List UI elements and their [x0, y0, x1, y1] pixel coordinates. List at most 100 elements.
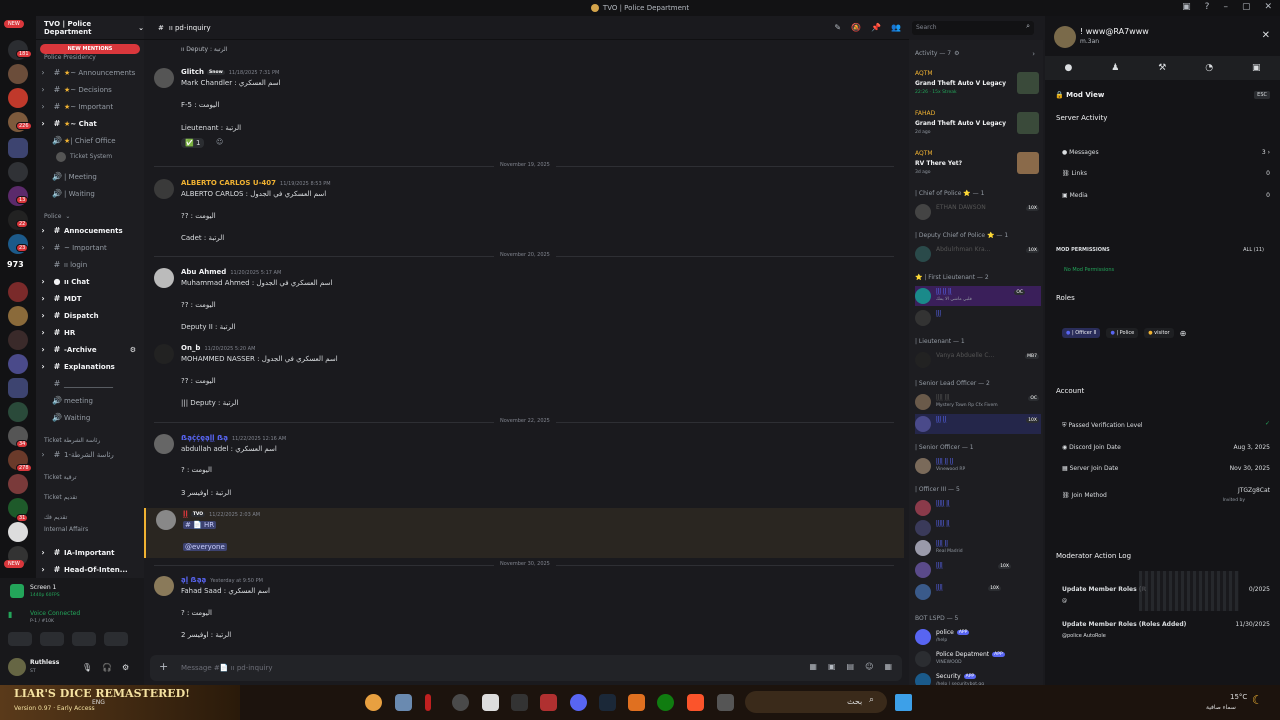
folder-icon[interactable]: [8, 378, 28, 398]
stream-status[interactable]: Screen 1 1440p 60FPS: [8, 582, 140, 602]
headphones-icon[interactable]: 🎧: [102, 663, 112, 672]
category-header[interactable]: Ticket رئاسة الشرطة: [44, 437, 100, 444]
app-icon[interactable]: [482, 694, 499, 711]
channel-item[interactable]: › # IA-Important: [36, 545, 142, 560]
esc-badge[interactable]: ESC: [1254, 91, 1270, 99]
soundboard-button[interactable]: [104, 632, 128, 646]
threads-icon[interactable]: ✎: [834, 23, 841, 32]
taskbar-search[interactable]: بحث ⌕: [745, 691, 887, 713]
channel-item[interactable]: › # رئاسة الشرطة-1: [36, 447, 142, 462]
screen-share-button[interactable]: [40, 632, 64, 646]
channel-item[interactable]: # ______________: [36, 376, 142, 391]
app-icon[interactable]: [425, 694, 431, 711]
camera-button[interactable]: [8, 632, 32, 646]
brave-app-icon[interactable]: [687, 694, 704, 711]
server-icon[interactable]: [8, 402, 28, 422]
app-icon[interactable]: [511, 694, 528, 711]
search-input[interactable]: Search: [916, 24, 937, 31]
avatar[interactable]: [8, 658, 26, 676]
category-header[interactable]: Internal Affairs: [44, 526, 88, 533]
member-item[interactable]: ḽḽḽ ḽḽ 10X: [915, 414, 1041, 434]
member-item[interactable]: ḽḽḽḽ ḽḽḽ Mystery Town Rp Cfx Fivem OC: [915, 392, 1041, 412]
add-reaction-icon[interactable]: ☺: [216, 138, 223, 146]
message-composer[interactable]: + Message #📄 ıı pd-inquiry ▦ ▣ ▤ ☺ ▦: [150, 655, 902, 681]
member-item[interactable]: ETHAN DAWSON 10X: [915, 202, 1041, 222]
member-item[interactable]: ḽḽḽ: [915, 308, 1041, 328]
channel-item[interactable]: › # ★ ~ Decisions: [36, 82, 142, 97]
voice-status[interactable]: ▮ Voice Connected P-1 / #10K: [8, 608, 140, 628]
server-icon[interactable]: [8, 306, 28, 326]
log-entry[interactable]: Update Member Roles (Roles Added): [1062, 621, 1186, 628]
channel-item[interactable]: › # -Archive ⚙: [36, 342, 142, 357]
server-icon[interactable]: [8, 88, 28, 108]
plus-icon[interactable]: +: [159, 660, 168, 673]
language-indicator[interactable]: ENG: [92, 699, 105, 706]
category-header[interactable]: Police Presidency: [44, 54, 96, 61]
channel-item[interactable]: # ıı login: [36, 257, 142, 272]
activity-card[interactable]: AQTM Grand Theft Auto V Legacy 22:26 · 1…: [915, 68, 1041, 104]
reaction[interactable]: ✅ 1: [181, 138, 205, 148]
channel-item[interactable]: › # MDT: [36, 291, 142, 306]
xbox-app-icon[interactable]: [657, 694, 674, 711]
role-pill[interactable]: ● visitor: [1144, 328, 1174, 338]
category-header[interactable]: Ticket تقديم: [44, 494, 77, 501]
channel-item[interactable]: › ● ıı Chat: [36, 274, 142, 289]
settings-app-icon[interactable]: [395, 694, 412, 711]
member-item[interactable]: ḽḽḽḽḽ ḽḽ: [915, 518, 1041, 538]
member-item[interactable]: ḽḽḽḽ 10X: [915, 560, 1041, 580]
mod-permissions-all[interactable]: ALL (11): [1243, 247, 1264, 253]
member-item[interactable]: ḽḽḽḽ ḽḽ ḽḽ Vinewood RP: [915, 456, 1041, 476]
member-item[interactable]: ḽḽḽḽḽ ḽḽ: [915, 498, 1041, 518]
hammer-icon[interactable]: ⚒: [1158, 63, 1166, 73]
avatar[interactable]: [156, 510, 176, 530]
steam-app-icon[interactable]: [599, 694, 616, 711]
server-icon[interactable]: [8, 64, 28, 84]
maximize-button[interactable]: ▢: [1242, 2, 1251, 12]
channel-item[interactable]: › # HR: [36, 325, 142, 340]
voice-channel-item[interactable]: 🔊 | Meeting: [36, 169, 142, 184]
server-icon[interactable]: [8, 474, 28, 494]
channel-item[interactable]: › # Explanations: [36, 359, 142, 374]
help-icon[interactable]: ?: [1205, 2, 1210, 12]
chevron-right-icon[interactable]: ›: [1032, 50, 1035, 58]
add-role-icon[interactable]: ⊕: [1180, 329, 1187, 338]
server-header[interactable]: TVO | Police Department ⌄: [36, 16, 144, 40]
voice-channel-item[interactable]: 🔊 meeting: [36, 393, 142, 408]
channel-item[interactable]: › # Annocuements: [36, 223, 142, 238]
links-row[interactable]: ⛓ Links: [1062, 170, 1087, 177]
message-input[interactable]: Message #📄 ıı pd-inquiry: [181, 664, 272, 672]
info-icon[interactable]: ▣: [1252, 63, 1261, 73]
notification-bell-icon[interactable]: 🔕: [851, 23, 861, 32]
timeout-icon[interactable]: ◔: [1205, 63, 1213, 73]
activity-header[interactable]: Activity — 7 ⚙: [915, 50, 959, 57]
media-row[interactable]: ▣ Media: [1062, 192, 1088, 199]
voice-channel-item[interactable]: 🔊 | Waiting: [36, 186, 142, 201]
app-icon[interactable]: [628, 694, 645, 711]
member-item[interactable]: Police Depatment APP VINEWOOD: [915, 649, 1041, 669]
members-icon[interactable]: 👥: [891, 23, 901, 32]
category-header[interactable]: تقديم فك: [44, 514, 67, 521]
channel-item[interactable]: › # ★ ~ Important: [36, 99, 142, 114]
log-entry[interactable]: Update Member Roles (R: [1062, 586, 1146, 593]
search-box[interactable]: Search ⌕: [912, 21, 1034, 35]
app-icon[interactable]: [540, 694, 557, 711]
app-icon[interactable]: [717, 694, 734, 711]
inbox-icon[interactable]: ▣: [1182, 2, 1191, 12]
avatar[interactable]: [154, 68, 174, 88]
discord-app-icon[interactable]: [570, 694, 587, 711]
close-window-button[interactable]: ✕: [1264, 2, 1272, 12]
avatar[interactable]: [1054, 26, 1076, 48]
server-icon[interactable]: [8, 330, 28, 350]
server-icon[interactable]: [8, 162, 28, 182]
member-item[interactable]: ḽḽḽḽ ḽḽ Real Madrid: [915, 538, 1041, 558]
app-icon[interactable]: [452, 694, 469, 711]
category-header[interactable]: Police ⌄: [44, 213, 70, 220]
avatar[interactable]: [154, 344, 174, 364]
avatar[interactable]: [154, 576, 174, 596]
message-icon[interactable]: ●: [1064, 63, 1072, 73]
new-mentions-pill[interactable]: NEW MENTIONS: [40, 44, 140, 54]
folder-icon[interactable]: [8, 138, 28, 158]
server-icon[interactable]: [8, 522, 28, 542]
game-banner[interactable]: LIAR'S DICE REMASTERED! Version 0.97 · E…: [0, 685, 240, 720]
member-item[interactable]: ḽḽḽ ḽḽ ḽḽ قلبي ماشي الا يمك OC: [915, 286, 1041, 306]
